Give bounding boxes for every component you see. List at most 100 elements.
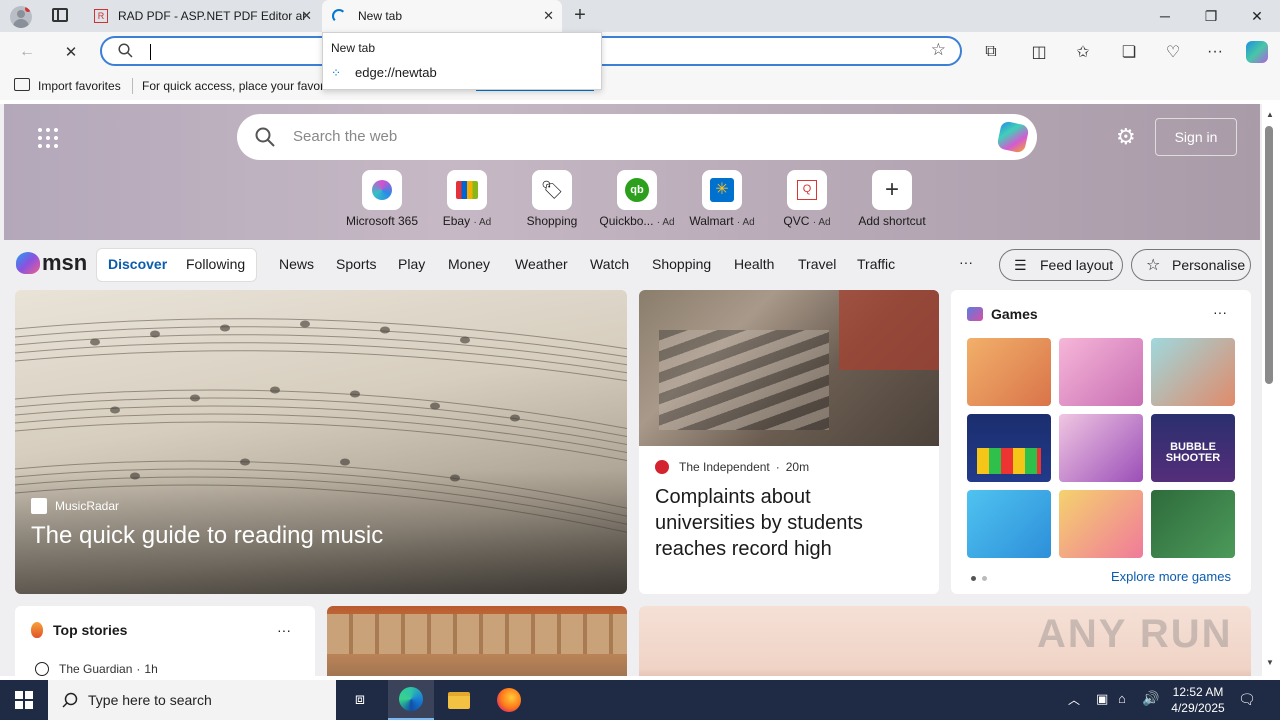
game-tile[interactable] [1151, 338, 1235, 406]
new-tab-button[interactable]: + [568, 4, 592, 28]
feed-layout-button[interactable]: ☰ Feed layout [999, 249, 1123, 281]
game-tile[interactable] [967, 338, 1051, 406]
warehouse-story-card[interactable] [327, 606, 627, 676]
import-favorites-link[interactable]: Import favorites [38, 79, 121, 93]
top-stories-card: Top stories ··· The Guardian · 1h [15, 606, 315, 676]
device-icon[interactable]: ▣ [1096, 691, 1108, 707]
tab-discover[interactable]: Discover [108, 256, 167, 272]
nav-shopping[interactable]: Shopping [652, 256, 711, 272]
nav-play[interactable]: Play [398, 256, 425, 272]
game-tile[interactable] [1059, 338, 1143, 406]
nav-watch[interactable]: Watch [590, 256, 629, 272]
task-view-icon[interactable]: ⧈ [340, 680, 380, 720]
add-shortcut-button[interactable]: + Add shortcut [852, 170, 932, 228]
restore-button[interactable]: ❐ [1188, 0, 1234, 32]
plus-icon: + [872, 170, 912, 210]
web-search-box[interactable]: Search the web [237, 114, 1037, 160]
close-window-button[interactable]: ✕ [1234, 0, 1280, 32]
import-favorites-icon[interactable] [14, 78, 30, 91]
show-hidden-icons-chevron[interactable]: ︿ [1068, 691, 1080, 708]
taskbar-search-box[interactable]: Type here to search [48, 680, 336, 720]
main-headline[interactable]: The quick guide to reading music [31, 522, 383, 550]
msn-logo[interactable]: msn [16, 250, 87, 276]
nav-weather[interactable]: Weather [515, 256, 568, 272]
shortcut-microsoft-365[interactable]: Microsoft 365 [342, 170, 422, 228]
ad-card[interactable]: ANY RUN [639, 606, 1251, 676]
tab-following[interactable]: Following [186, 256, 245, 272]
scroll-down-arrow[interactable]: ▼ [1266, 658, 1274, 667]
game-tile[interactable] [1059, 414, 1143, 482]
star-sparkle-icon: ☆ [1146, 257, 1161, 274]
shortcut-ebay[interactable]: Ebay · Ad [427, 170, 507, 228]
microsoft-365-icon [362, 170, 402, 210]
tab-new-tab[interactable]: New tab ✕ [322, 0, 562, 32]
walmart-icon: ✳ [702, 170, 742, 210]
split-screen-icon[interactable]: ◫ [1026, 40, 1052, 64]
dropdown-url-item[interactable]: ⁘ edge://newtab [331, 65, 437, 80]
nav-more-button[interactable]: ··· [959, 254, 973, 270]
source-row: The Guardian · 1h [35, 662, 158, 676]
loading-dots-icon: ⁘ [331, 65, 342, 80]
shortcut-quickbooks[interactable]: qb Quickbo... · Ad [597, 170, 677, 228]
copilot-icon[interactable] [1244, 40, 1270, 64]
network-icon[interactable]: ⌂ [1118, 691, 1126, 706]
nav-traffic[interactable]: Traffic [857, 256, 895, 272]
nav-news[interactable]: News [279, 256, 314, 272]
favorites-icon[interactable]: ✩ [1070, 40, 1096, 64]
games-more-button[interactable]: ··· [1213, 304, 1227, 320]
pager-dots[interactable] [971, 576, 987, 581]
app-launcher-icon[interactable] [38, 128, 58, 148]
nav-health[interactable]: Health [734, 256, 774, 272]
close-icon[interactable]: ✕ [543, 8, 554, 24]
windows-taskbar: Type here to search ⧈ ︿ ▣ ⌂ 🔊 12:52 AM 4… [0, 680, 1280, 720]
firefox-icon[interactable] [486, 680, 532, 720]
clock[interactable]: 12:52 AM 4/29/2025 [1166, 684, 1230, 716]
scroll-thumb[interactable] [1265, 126, 1273, 384]
nav-sports[interactable]: Sports [336, 256, 376, 272]
second-story-card[interactable]: The Independent · 20m Complaints about u… [639, 290, 939, 594]
second-headline[interactable]: Complaints about universities by student… [655, 484, 905, 562]
start-button[interactable] [0, 680, 48, 720]
browser-essentials-icon[interactable]: ♡ [1160, 40, 1186, 64]
volume-icon[interactable]: 🔊 [1142, 690, 1159, 707]
close-icon[interactable]: ✕ [301, 8, 312, 24]
game-tile[interactable] [1059, 490, 1143, 558]
collections-icon[interactable]: ❏ [1116, 40, 1142, 64]
copilot-icon[interactable] [996, 120, 1030, 154]
game-tile[interactable] [967, 490, 1051, 558]
game-tile[interactable] [967, 414, 1051, 482]
profile-icon[interactable] [10, 6, 32, 28]
games-icon [967, 307, 983, 321]
search-icon [118, 43, 133, 58]
settings-gear-icon[interactable]: ⚙ [1116, 124, 1136, 150]
main-story-card[interactable]: MusicRadar The quick guide to reading mu… [15, 290, 627, 594]
top-stories-more-button[interactable]: ··· [277, 622, 291, 638]
file-explorer-icon[interactable] [436, 680, 482, 720]
stop-loading-icon[interactable]: ✕ [58, 40, 84, 64]
shortcut-walmart[interactable]: ✳ Walmart · Ad [682, 170, 762, 228]
pdf-favicon-icon: R [94, 9, 108, 23]
minimize-button[interactable]: ─ [1142, 0, 1188, 32]
game-tile[interactable] [1151, 490, 1235, 558]
favorite-star-icon[interactable]: ☆ [931, 40, 946, 60]
explore-more-games-link[interactable]: Explore more games [1111, 569, 1231, 584]
nav-travel[interactable]: Travel [798, 256, 836, 272]
nav-money[interactable]: Money [448, 256, 490, 272]
game-tile[interactable]: BUBBLE SHOOTER [1151, 414, 1235, 482]
edge-taskbar-icon[interactable] [388, 680, 434, 720]
scroll-up-arrow[interactable]: ▲ [1266, 110, 1274, 119]
tab-actions-icon[interactable] [52, 8, 68, 22]
personalise-button[interactable]: ☆ Personalise [1131, 249, 1251, 281]
shortcut-shopping[interactable]: 🏷 Shopping [512, 170, 592, 228]
source-row: MusicRadar [31, 498, 119, 514]
page-scrollbar[interactable]: ▲ ▼ [1262, 104, 1280, 676]
back-icon[interactable]: ← [14, 40, 40, 64]
msn-nav: msn Discover Following News Sports Play … [0, 240, 1262, 288]
tab-rad-pdf[interactable]: R RAD PDF - ASP.NET PDF Editor ar ✕ [84, 0, 320, 32]
extensions-icon[interactable]: ⧉ [978, 40, 1004, 64]
shortcut-qvc[interactable]: Q QVC · Ad [767, 170, 847, 228]
notifications-icon[interactable]: 🗨 [1238, 691, 1256, 708]
sign-in-button[interactable]: Sign in [1155, 118, 1237, 156]
search-icon [62, 692, 78, 708]
settings-more-icon[interactable]: ··· [1202, 40, 1228, 64]
